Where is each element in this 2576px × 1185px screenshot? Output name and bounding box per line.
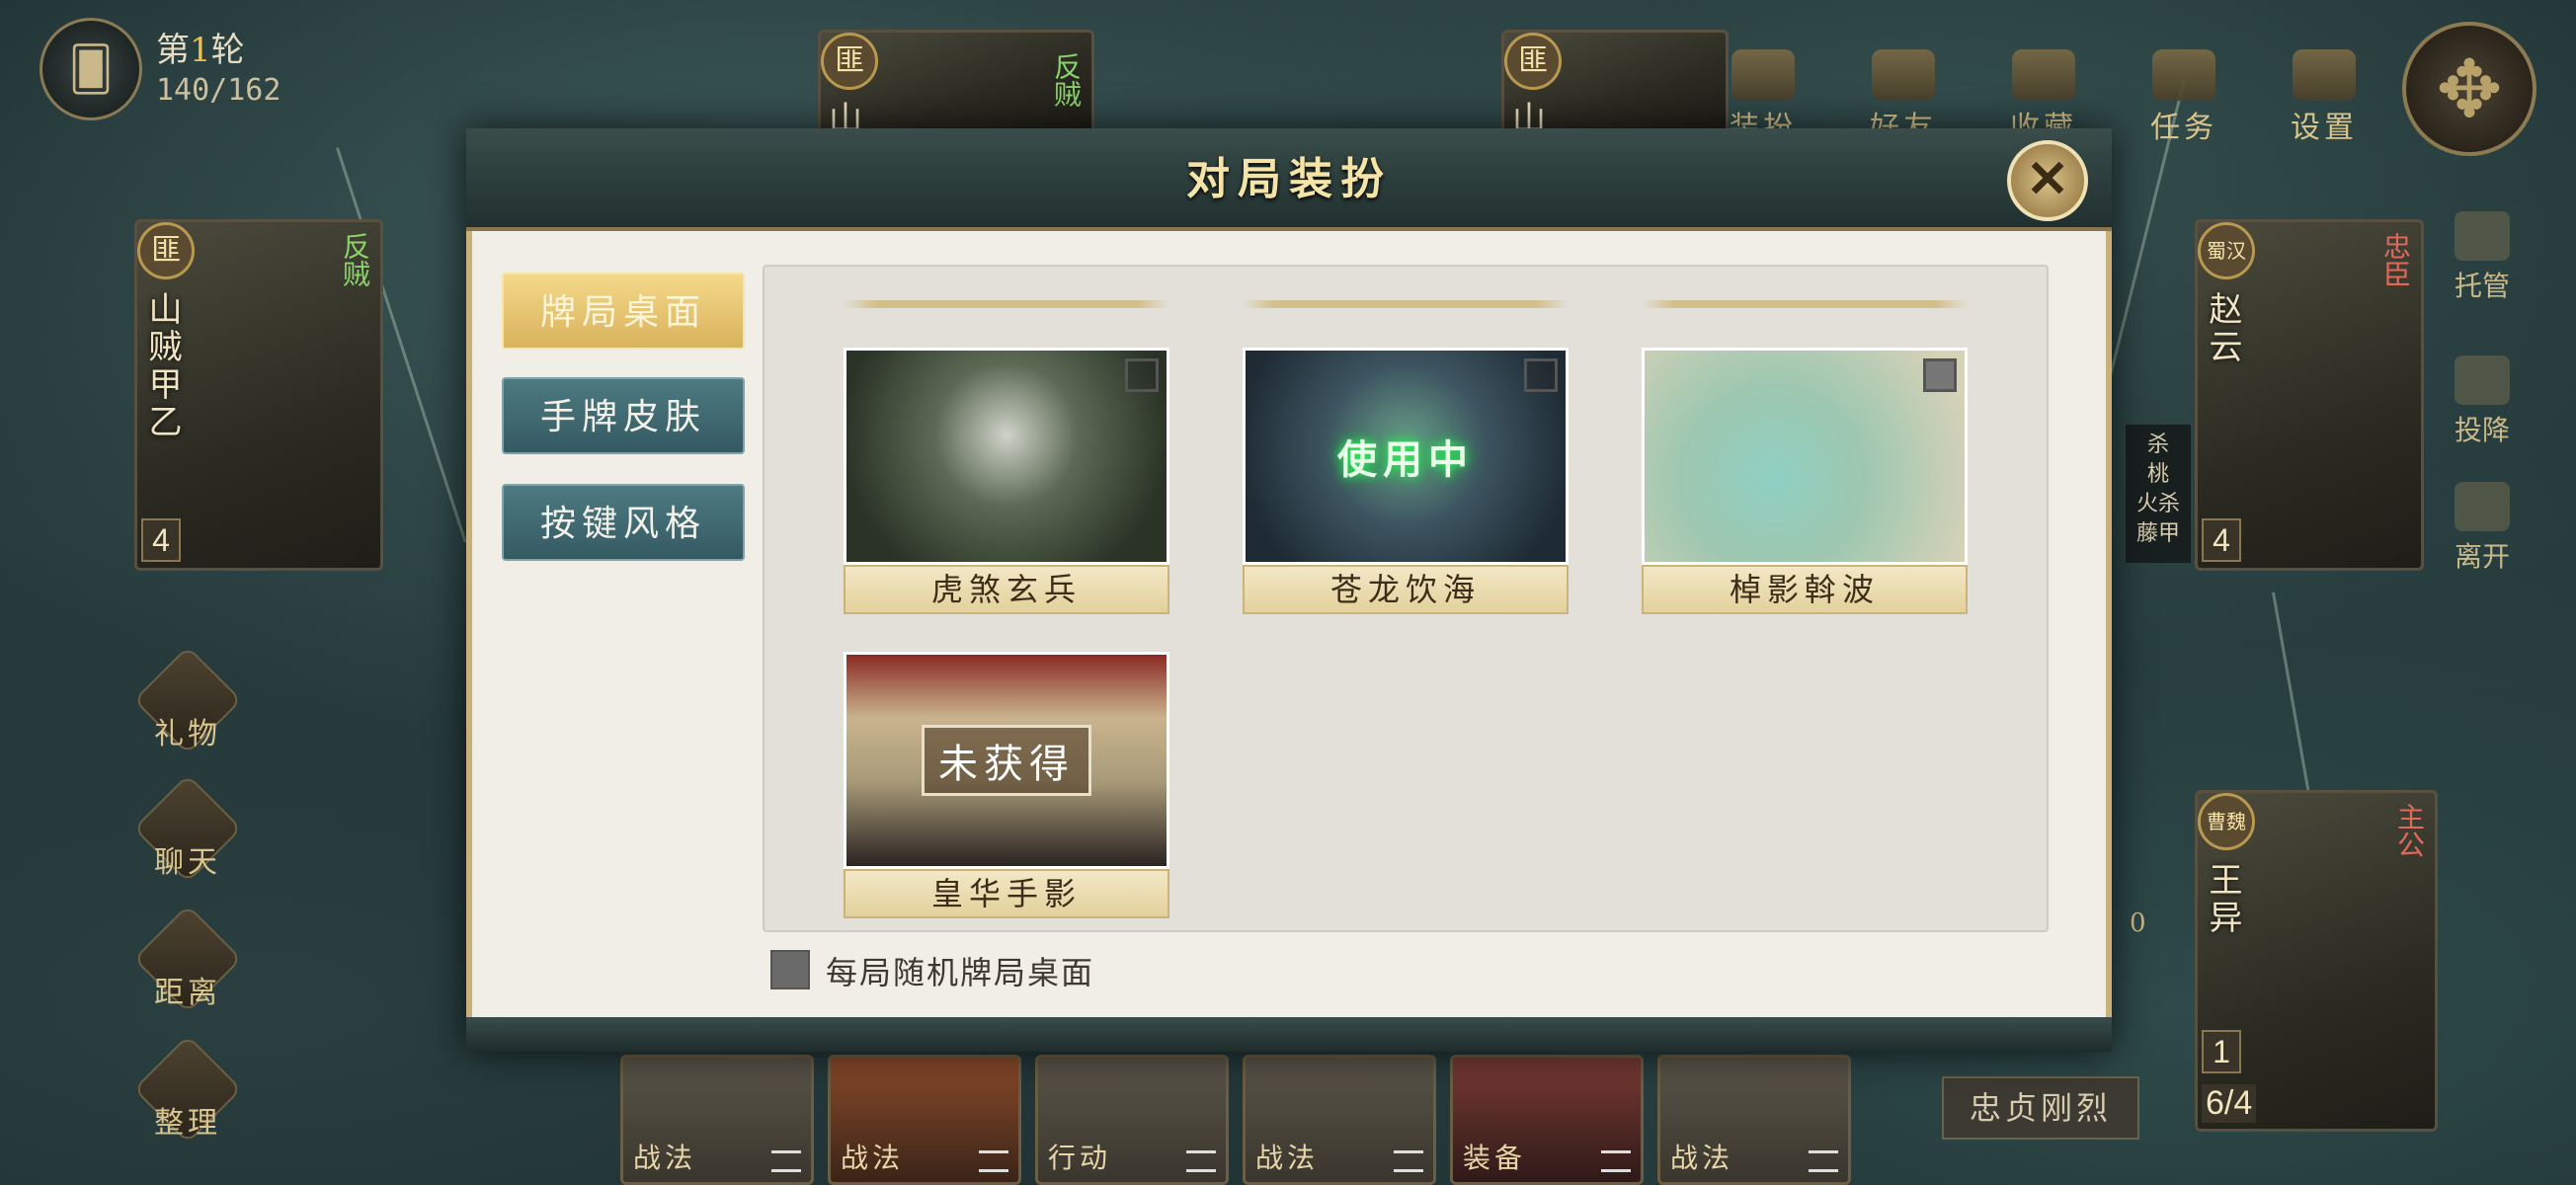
title-badge: 蜀汉 bbox=[2198, 222, 2255, 279]
title-badge: 匪 bbox=[821, 33, 878, 90]
hand-card[interactable]: 战法 bbox=[620, 1055, 814, 1185]
equip-skill-label[interactable]: 忠贞刚烈 bbox=[1942, 1076, 2139, 1140]
dialog-footer-bar bbox=[466, 1017, 2112, 1052]
hp-counter: 4 bbox=[2202, 518, 2241, 562]
skin-divider bbox=[1243, 300, 1569, 308]
skin-thumbnail: 使用中 bbox=[1243, 348, 1569, 565]
card-type-icon bbox=[771, 1150, 801, 1172]
round-indicator: 🂠 第1轮 140/162 bbox=[40, 18, 356, 120]
player-name: 王异 bbox=[2203, 862, 2242, 937]
pavilion-icon bbox=[1731, 49, 1795, 101]
auto-play-icon bbox=[2455, 211, 2510, 261]
skin-grid: 虎煞玄兵 使用中 苍龙饮海 棹影斡波 未获得 皇华手影 bbox=[763, 265, 2049, 932]
skin-checkbox[interactable] bbox=[1923, 358, 1957, 392]
skin-option[interactable]: 未获得 皇华手影 bbox=[844, 652, 1169, 918]
friends-icon bbox=[1872, 49, 1935, 101]
surrender-button[interactable]: 投降 bbox=[2440, 356, 2525, 448]
card-type-icon bbox=[1394, 1150, 1423, 1172]
hand-limit: 6/4 bbox=[2202, 1084, 2257, 1123]
player-card-top-left[interactable]: 匪 山 反贼 bbox=[818, 30, 1094, 138]
small-counter: 0 bbox=[2130, 908, 2146, 938]
random-table-label: 每局随机牌局桌面 bbox=[826, 954, 1095, 991]
card-type-icon bbox=[1809, 1150, 1838, 1172]
exit-door-icon bbox=[2455, 482, 2510, 531]
skin-divider bbox=[844, 300, 1169, 308]
hand-card[interactable]: 装备 bbox=[1450, 1055, 1644, 1185]
hand-card[interactable]: 战法 bbox=[828, 1055, 1021, 1185]
in-use-label: 使用中 bbox=[1337, 436, 1474, 483]
skin-name: 苍龙饮海 bbox=[1243, 565, 1569, 614]
tab-button-style[interactable]: 按键风格 bbox=[502, 484, 745, 561]
player-name: 赵云 bbox=[2203, 291, 2242, 366]
skin-option[interactable]: 虎煞玄兵 bbox=[844, 300, 1169, 614]
title-badge: 曹魏 bbox=[2198, 793, 2255, 850]
locked-label: 未获得 bbox=[922, 725, 1091, 796]
faction-label: 反贼 bbox=[339, 232, 371, 287]
faction-label: 主公 bbox=[2393, 803, 2426, 858]
dressup-button[interactable]: 装扮 bbox=[1709, 49, 1817, 145]
tab-card-skin[interactable]: 手牌皮肤 bbox=[502, 377, 745, 454]
sort-button[interactable]: 整理 bbox=[132, 1034, 243, 1145]
faction-label: 忠臣 bbox=[2379, 232, 2412, 287]
leave-button[interactable]: 离开 bbox=[2440, 482, 2525, 575]
settings-button[interactable]: 设置 bbox=[2270, 49, 2378, 145]
brush-scroll-icon bbox=[2152, 49, 2215, 101]
player-name: 山贼甲乙 bbox=[142, 291, 182, 441]
treasure-chest-icon bbox=[2012, 49, 2075, 101]
skin-option[interactable]: 使用中 苍龙饮海 bbox=[1243, 300, 1569, 614]
collection-button[interactable]: 收藏 bbox=[1989, 49, 2098, 145]
close-button[interactable]: ✕ bbox=[2007, 140, 2088, 221]
skin-divider bbox=[1642, 300, 1968, 308]
dressup-dialog: 对局装扮 ✕ 牌局桌面 手牌皮肤 按键风格 虎煞玄兵 使用中 苍龙饮海 棹影斡波 bbox=[466, 128, 2112, 1052]
random-table-checkbox[interactable] bbox=[770, 950, 810, 989]
hand-card[interactable]: 战法 bbox=[1657, 1055, 1851, 1185]
white-flag-icon bbox=[2455, 356, 2510, 405]
hand-card[interactable]: 战法 bbox=[1243, 1055, 1436, 1185]
tab-table-background[interactable]: 牌局桌面 bbox=[502, 273, 745, 350]
gift-button[interactable]: 礼物 bbox=[132, 645, 243, 755]
skin-option[interactable]: 棹影斡波 bbox=[1642, 300, 1968, 614]
dialog-title: 对局装扮 bbox=[1186, 154, 1392, 204]
skin-thumbnail bbox=[1642, 348, 1968, 565]
skin-name: 棹影斡波 bbox=[1642, 565, 1968, 614]
title-badge: 匪 bbox=[137, 222, 195, 279]
player-card-right[interactable]: 蜀汉 赵云 忠臣 4 bbox=[2195, 219, 2424, 571]
chat-button[interactable]: 聊天 bbox=[132, 773, 243, 884]
skin-name: 虎煞玄兵 bbox=[844, 565, 1169, 614]
kill-notes: 杀桃火杀 藤甲 bbox=[2126, 425, 2191, 563]
player-card-top-right[interactable]: 匪 山 bbox=[1501, 30, 1729, 138]
deck-count: 140/162 bbox=[156, 73, 282, 108]
player-card-left[interactable]: 匪 山贼甲乙 反贼 4 bbox=[134, 219, 383, 571]
tasks-button[interactable]: 任务 bbox=[2130, 49, 2238, 145]
distance-button[interactable]: 距离 bbox=[132, 904, 243, 1014]
skin-thumbnail bbox=[844, 348, 1169, 565]
gear-icon bbox=[2293, 49, 2356, 101]
title-badge: 匪 bbox=[1504, 33, 1562, 90]
friends-button[interactable]: 好友 bbox=[1849, 49, 1958, 145]
card-type-icon bbox=[979, 1150, 1008, 1172]
hp-counter: 1 bbox=[2202, 1030, 2241, 1073]
skin-thumbnail: 未获得 bbox=[844, 652, 1169, 869]
self-player-card[interactable]: 曹魏 王异 主公 1 6/4 bbox=[2195, 790, 2438, 1132]
skin-name: 皇华手影 bbox=[844, 869, 1169, 918]
faction-label: 反贼 bbox=[1050, 52, 1083, 108]
hand-card[interactable]: 行动 bbox=[1035, 1055, 1229, 1185]
card-type-icon bbox=[1601, 1150, 1631, 1172]
round-label: 第1轮 bbox=[156, 31, 245, 70]
hp-counter: 4 bbox=[141, 518, 181, 562]
card-type-icon bbox=[1186, 1150, 1216, 1172]
card-deck-icon[interactable]: 🂠 bbox=[40, 18, 142, 120]
main-menu-knot-icon[interactable]: ✥ bbox=[2402, 22, 2536, 156]
auto-play-button[interactable]: 托管 bbox=[2440, 211, 2525, 304]
skin-checkbox[interactable] bbox=[1125, 358, 1159, 392]
